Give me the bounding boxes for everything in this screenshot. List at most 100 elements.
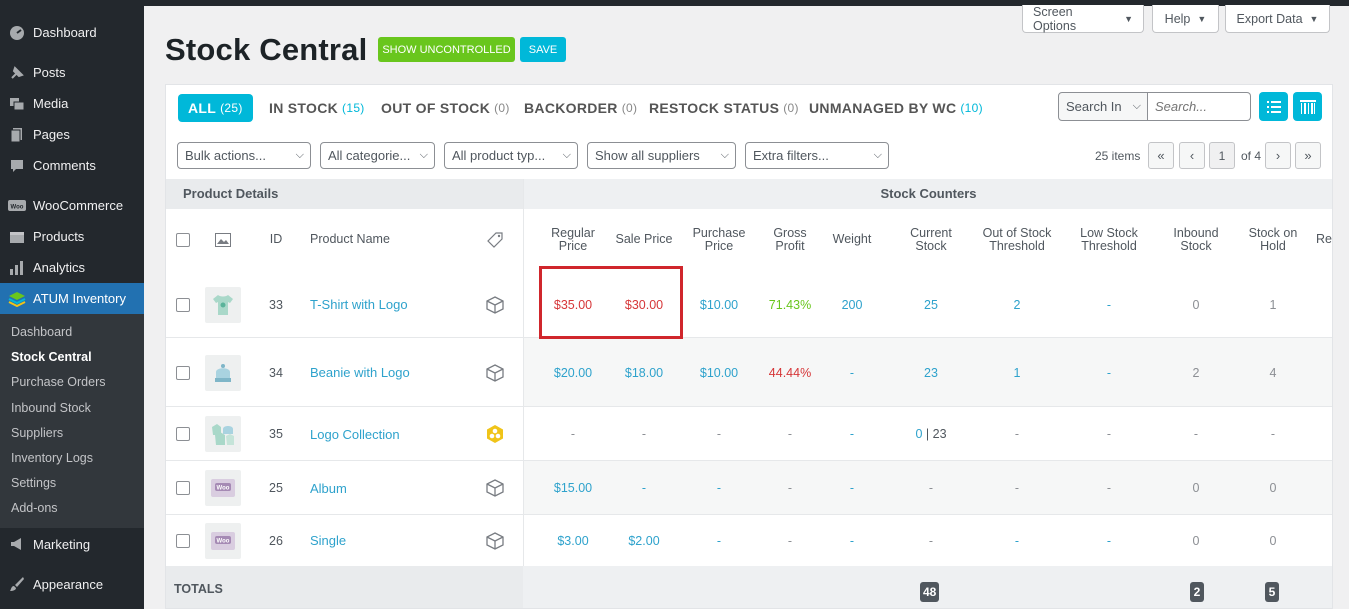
list-view-icon[interactable] (1259, 92, 1288, 121)
weight-cell[interactable]: 200 (825, 271, 879, 338)
column-stock-on-hold[interactable]: Stock on Hold (1248, 209, 1298, 271)
column-inbound-stock[interactable]: Inbound Stock (1164, 209, 1228, 271)
show-uncontrolled-button[interactable]: SHOW UNCONTROLLED (378, 37, 515, 62)
first-page-button[interactable]: « (1148, 142, 1174, 169)
row-checkbox[interactable] (176, 365, 190, 380)
save-button[interactable]: SAVE (520, 37, 566, 62)
barcode-icon[interactable] (1293, 92, 1322, 121)
purchase-price-cell[interactable]: $10.00 (684, 338, 754, 407)
current-stock-cell[interactable]: 25 (901, 271, 961, 338)
column-sale-price[interactable]: Sale Price (615, 209, 673, 271)
prev-page-button[interactable]: ‹ (1179, 142, 1205, 169)
menu-posts[interactable]: Posts (0, 57, 144, 88)
regular-price-cell[interactable]: $20.00 (538, 338, 608, 407)
product-name-link[interactable]: Logo Collection (310, 407, 470, 461)
column-purchase-price[interactable]: Purchase Price (684, 209, 754, 271)
product-name-link[interactable]: Beanie with Logo (310, 338, 470, 407)
row-id: 25 (269, 481, 283, 495)
sale-price-cell[interactable]: $2.00 (615, 515, 673, 566)
purchase-price-cell[interactable]: - (684, 461, 754, 515)
submenu-dashboard[interactable]: Dashboard (0, 320, 144, 345)
row-checkbox[interactable] (176, 481, 190, 495)
product-thumbnail[interactable] (205, 416, 241, 452)
low-threshold-cell[interactable]: - (1072, 515, 1146, 566)
oos-threshold-cell[interactable]: - (982, 515, 1052, 566)
row-checkbox[interactable] (176, 427, 190, 441)
menu-dashboard[interactable]: Dashboard (0, 17, 144, 48)
column-low-stock-threshold[interactable]: Low Stock Threshold (1072, 209, 1146, 271)
current-stock-cell[interactable]: 23 (901, 338, 961, 407)
purchase-price-cell[interactable]: - (684, 515, 754, 566)
weight-cell[interactable]: - (825, 461, 879, 515)
search-in-select[interactable]: Search In ⌵ (1058, 92, 1148, 121)
purchase-price-cell[interactable]: $10.00 (684, 271, 754, 338)
column-weight[interactable]: Weight (825, 209, 879, 271)
product-thumbnail[interactable] (205, 286, 241, 323)
submenu-add-ons[interactable]: Add-ons (0, 496, 144, 521)
submenu-stock-central[interactable]: Stock Central (0, 345, 144, 370)
extra-filters-select[interactable]: Extra filters... ⌵ (745, 142, 889, 169)
product-thumbnail[interactable] (205, 354, 241, 391)
tab-unmanaged-by-wc[interactable]: UNMANAGED BY WC (10) (809, 94, 983, 122)
menu-products[interactable]: Products (0, 221, 144, 252)
submenu-inventory-logs[interactable]: Inventory Logs (0, 446, 144, 471)
select-all-checkbox[interactable] (176, 233, 190, 247)
sale-price-cell[interactable]: $18.00 (615, 338, 673, 407)
menu-analytics[interactable]: Analytics (0, 252, 144, 283)
submenu-purchase-orders[interactable]: Purchase Orders (0, 370, 144, 395)
sale-price-cell[interactable]: $30.00 (615, 271, 673, 338)
categories-select[interactable]: All categorie... ⌵ (320, 142, 435, 169)
regular-price-cell[interactable]: $15.00 (538, 461, 608, 515)
menu-atum-inventory[interactable]: ATUM Inventory (0, 283, 144, 314)
column-out-of-stock-threshold[interactable]: Out of Stock Threshold (982, 209, 1052, 271)
next-page-button[interactable]: › (1265, 142, 1291, 169)
regular-price-cell[interactable]: $35.00 (538, 271, 608, 338)
menu-woocommerce[interactable]: Woo WooCommerce (0, 190, 144, 221)
column-truncated[interactable]: Re (1316, 209, 1332, 271)
low-threshold-cell[interactable]: - (1072, 338, 1146, 407)
column-gross-profit[interactable]: Gross Profit (761, 209, 819, 271)
current-page-input[interactable]: 1 (1209, 142, 1235, 169)
product-name-link[interactable]: Single (310, 515, 470, 566)
menu-marketing[interactable]: Marketing (0, 529, 144, 560)
weight-cell[interactable]: - (825, 407, 879, 461)
product-name-link[interactable]: Album (310, 461, 470, 515)
weight-cell[interactable]: - (825, 515, 879, 566)
tab-all[interactable]: ALL (25) (178, 94, 253, 122)
menu-media[interactable]: Media (0, 88, 144, 119)
tab-in-stock[interactable]: IN STOCK (15) (269, 94, 365, 122)
menu-comments[interactable]: Comments (0, 150, 144, 181)
column-id[interactable]: ID (261, 209, 291, 271)
help-button[interactable]: Help ▼ (1152, 5, 1219, 33)
row-checkbox[interactable] (176, 297, 190, 312)
tab-out-of-stock[interactable]: OUT OF STOCK (0) (381, 94, 510, 122)
tab-backorder[interactable]: BACKORDER (0) (524, 94, 637, 122)
low-threshold-cell[interactable]: - (1072, 271, 1146, 338)
submenu-inbound-stock[interactable]: Inbound Stock (0, 396, 144, 421)
oos-threshold-cell[interactable]: 1 (982, 338, 1052, 407)
menu-pages[interactable]: Pages (0, 119, 144, 150)
column-product-name[interactable]: Product Name (310, 209, 410, 271)
tab-restock-status[interactable]: RESTOCK STATUS (0) (649, 94, 799, 122)
last-page-button[interactable]: » (1295, 142, 1321, 169)
export-data-button[interactable]: Export Data ▼ (1225, 5, 1330, 33)
row-checkbox[interactable] (176, 533, 190, 548)
product-name-link[interactable]: T-Shirt with Logo (310, 271, 470, 338)
regular-price-cell[interactable]: $3.00 (538, 515, 608, 566)
column-current-stock[interactable]: Current Stock (901, 209, 961, 271)
submenu-suppliers[interactable]: Suppliers (0, 421, 144, 446)
column-regular-price[interactable]: Regular Price (538, 209, 608, 271)
product-thumbnail[interactable]: Woo (205, 522, 241, 559)
suppliers-select[interactable]: Show all suppliers ⌵ (587, 142, 736, 169)
submenu-settings[interactable]: Settings (0, 471, 144, 496)
product-type-select[interactable]: All product typ... ⌵ (444, 142, 578, 169)
gross-profit-cell: 71.43% (768, 297, 812, 312)
sale-price-cell[interactable]: - (615, 461, 673, 515)
search-input[interactable] (1148, 92, 1251, 121)
oos-threshold-cell[interactable]: 2 (982, 271, 1052, 338)
weight-cell[interactable]: - (825, 338, 879, 407)
screen-options-button[interactable]: Screen Options ▼ (1022, 5, 1144, 33)
menu-appearance[interactable]: Appearance (0, 569, 144, 600)
product-thumbnail[interactable]: Woo (205, 470, 241, 506)
bulk-actions-select[interactable]: Bulk actions... ⌵ (177, 142, 311, 169)
